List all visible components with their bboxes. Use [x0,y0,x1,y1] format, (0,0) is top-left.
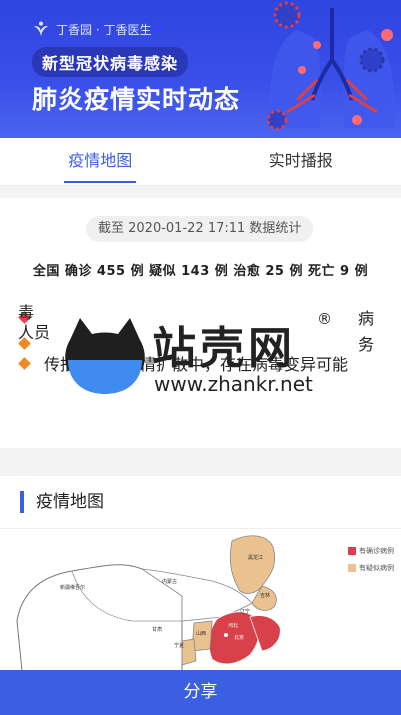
watermark-url: www.zhankr.net [154,372,313,396]
share-button[interactable]: 分享 [0,670,401,715]
cat-logo-icon [65,318,145,394]
legend-item-confirmed: 有确诊病例 [348,546,400,556]
diamond-icon [18,357,31,370]
legend-label: 有确诊病例 [359,547,394,555]
national-summary: 全国 确诊 455 例 疑似 143 例 治愈 25 例 死亡 9 例 [32,264,369,279]
watermark-title: 站壳网 [152,323,296,374]
brand: 丁香园 · 丁香医生 [32,20,151,38]
legend-item-suspected: 有疑似病例 [348,563,400,573]
tab-live-broadcast[interactable]: 实时播报 [201,138,401,185]
map-label: 北京 [234,634,244,641]
china-map[interactable]: 新疆维吾尔 内蒙古 黑龙江 吉林 辽宁 甘肃 宁夏 山西 河北 北京 [12,531,332,671]
map-label: 河北 [228,622,238,629]
map-label: 山西 [196,630,206,637]
map-label: 内蒙古 [162,578,177,585]
map-label: 黑龙江 [248,554,263,561]
map-legend: 有确诊病例 有疑似病例 [348,546,400,580]
watermark: 站壳网 ® www.zhankr.net [62,310,342,402]
map-label: 辽宁 [240,608,250,615]
legend-swatch [348,564,356,572]
legend-swatch [348,547,356,555]
brand-text: 丁香园 · 丁香医生 [56,22,152,37]
map-label: 甘肃 [152,626,162,633]
bullet-text: 人员 [18,323,51,342]
map-label: 宁夏 [174,642,184,649]
map-label: 吉林 [260,592,270,599]
divider [0,528,401,529]
tab-bar: 疫情地图 实时播报 [0,138,401,186]
banner-pill-title: 新型冠状病毒感染 [32,47,189,77]
legend-label: 有疑似病例 [359,564,394,572]
lungs-virus-illustration [266,1,396,131]
data-timestamp: 截至 2020-01-22 17:11 数据统计 [86,216,314,242]
lilac-flower-icon [33,21,49,37]
registered-mark: ® [317,310,332,328]
header-banner: 丁香园 · 丁香医生 新型冠状病毒感染 肺炎疫情实时动态 [0,0,401,138]
page-title: 肺炎疫情实时动态 [32,85,241,114]
section-title: 疫情地图 [20,491,104,513]
map-label: 新疆维吾尔 [60,584,85,591]
tab-epidemic-map[interactable]: 疫情地图 [0,138,201,185]
